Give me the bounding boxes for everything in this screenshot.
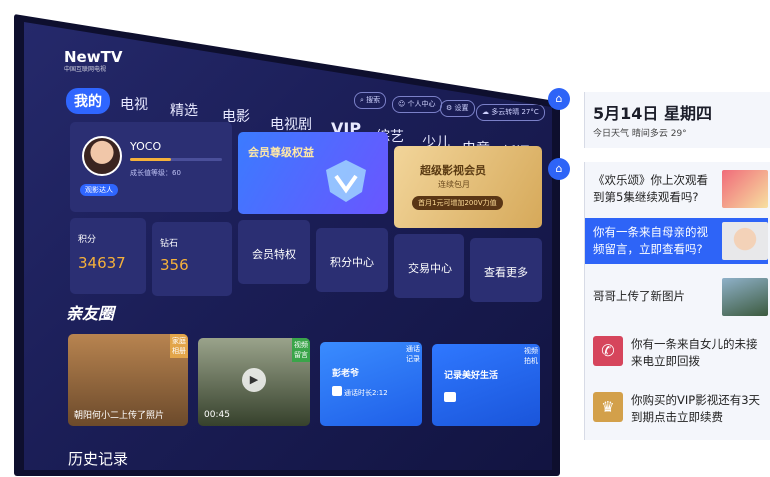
vip-crown-icon: ♛ <box>593 392 623 422</box>
photo-thumbnail <box>722 278 768 316</box>
drama-thumbnail <box>722 170 768 208</box>
quick-label: 交易中心 <box>408 262 452 275</box>
diamonds-card[interactable]: 钻石 356 <box>152 222 232 296</box>
quick-member-privilege[interactable]: 会员特权 <box>238 220 310 284</box>
message-item-selected[interactable]: 你有一条来自母亲的视频留言，立即查看吗? <box>585 218 768 264</box>
friend-card-record[interactable]: 视频拍机 记录美好生活 <box>432 344 540 426</box>
super-vip-subtitle: 连续包月 <box>438 180 470 189</box>
call-tag: 通话记录 <box>406 345 420 363</box>
super-vip-cta[interactable]: 首月1元可增加200V力值 <box>412 196 503 210</box>
weather-pill: ☁ 多云转晴 27°C <box>476 104 545 121</box>
record-tag: 视频拍机 <box>524 347 538 365</box>
diamonds-label: 钻石 <box>160 239 179 249</box>
play-icon[interactable]: ▶ <box>242 368 266 392</box>
photo-caption: 朝阳何小二上传了照片 <box>74 411 165 421</box>
message-panel: 《欢乐颂》你上次观看到第5集继续观看吗? 你有一条来自母亲的视频留言，立即查看吗… <box>584 162 770 440</box>
growth-progress <box>130 158 222 161</box>
message-item[interactable]: 《欢乐颂》你上次观看到第5集继续观看吗? <box>585 166 768 212</box>
quick-trade-center[interactable]: 交易中心 <box>394 234 464 298</box>
video-duration: 00:45 <box>204 410 230 420</box>
call-duration: 通话时长2:12 <box>344 389 388 397</box>
friend-card-photo[interactable]: 家庭相册 朝阳何小二上传了照片 <box>68 334 188 426</box>
phone-icon: ✆ <box>593 336 623 366</box>
tab-tv[interactable]: 电视 <box>120 94 148 114</box>
quick-see-more[interactable]: 查看更多 <box>470 238 542 302</box>
member-rights-title: 会员尊级权益 <box>248 146 314 159</box>
avatar <box>82 136 122 176</box>
profile-name: YOCO <box>130 140 162 153</box>
points-value: 34637 <box>78 254 126 272</box>
photo-tag: 家庭相册 <box>170 334 188 358</box>
profile-center-button[interactable]: ☺ 个人中心 <box>392 96 442 113</box>
date-text: 5月14日 星期四 <box>593 104 712 123</box>
message-text: 哥哥上传了新图片 <box>593 289 685 303</box>
message-item[interactable]: ✆ 你有一条来自女儿的未接来电立即回拨 <box>585 330 768 376</box>
camera-icon <box>444 392 456 402</box>
date-panel: 5月14日 星期四 今日天气 晴间多云 29° <box>584 92 770 148</box>
friends-section-title: 亲友圈 <box>66 304 115 323</box>
member-rights-banner[interactable]: 会员尊级权益 <box>238 132 388 214</box>
message-item[interactable]: 哥哥上传了新图片 <box>585 274 768 320</box>
quick-label: 会员特权 <box>252 248 296 261</box>
home-pin-icon: ⌂ <box>548 88 570 110</box>
super-vip-title: 超级影视会员 <box>420 164 486 177</box>
newtv-logo: NewTV 中国互联网电视 <box>64 48 123 73</box>
quick-label: 积分中心 <box>330 256 374 269</box>
message-item[interactable]: ♛ 你购买的VIP影视还有3天到期点击立即续费 <box>585 386 768 432</box>
search-button[interactable]: ⌕ 搜索 <box>354 92 387 109</box>
message-text: 《欢乐颂》你上次观看到第5集继续观看吗? <box>593 173 708 204</box>
growth-level: 成长值等级：60 <box>130 169 181 177</box>
quick-points-center[interactable]: 积分中心 <box>316 228 388 292</box>
tab-drama[interactable]: 电视剧 <box>270 114 312 134</box>
record-title: 记录美好生活 <box>444 371 499 381</box>
tab-mine[interactable]: 我的 <box>66 88 110 114</box>
call-contact: 彭老爷 <box>332 369 360 379</box>
message-text: 你有一条来自女儿的未接来电立即回拨 <box>631 337 758 368</box>
history-section-title: 历史记录 <box>68 450 129 468</box>
diamonds-value: 356 <box>160 256 189 274</box>
vip-shield-icon <box>326 160 366 202</box>
phone-icon <box>332 386 342 396</box>
message-text: 你购买的VIP影视还有3天到期点击立即续费 <box>631 393 761 424</box>
home-pin-icon: ⌂ <box>548 158 570 180</box>
mother-thumbnail <box>722 222 768 260</box>
video-tag: 视频留言 <box>292 338 310 362</box>
friend-card-video[interactable]: 视频留言 ▶ 00:45 <box>198 338 310 426</box>
profile-card[interactable]: 观影达人 YOCO 成长值等级：60 <box>70 122 232 212</box>
profile-badge: 观影达人 <box>80 184 118 196</box>
tv-screen: NewTV中国互联网电视 我的 电视 精选 电影 电视剧 VIP 综艺 少儿 电… <box>24 22 552 470</box>
settings-button[interactable]: ⚙ 设置 <box>440 100 475 117</box>
friend-card-call[interactable]: 通话记录 彭老爷 通话时长2:12 <box>320 342 422 426</box>
quick-label: 查看更多 <box>484 266 528 279</box>
tab-featured[interactable]: 精选 <box>170 100 198 120</box>
points-card[interactable]: 积分 34637 <box>70 218 146 294</box>
weather-text: 今日天气 晴间多云 29° <box>593 129 687 139</box>
message-text: 你有一条来自母亲的视频留言，立即查看吗? <box>593 225 708 256</box>
tv-frame: NewTV中国互联网电视 我的 电视 精选 电影 电视剧 VIP 综艺 少儿 电… <box>14 14 560 476</box>
points-label: 积分 <box>78 235 97 245</box>
super-vip-banner[interactable]: 超级影视会员 连续包月 首月1元可增加200V力值 <box>394 146 542 228</box>
